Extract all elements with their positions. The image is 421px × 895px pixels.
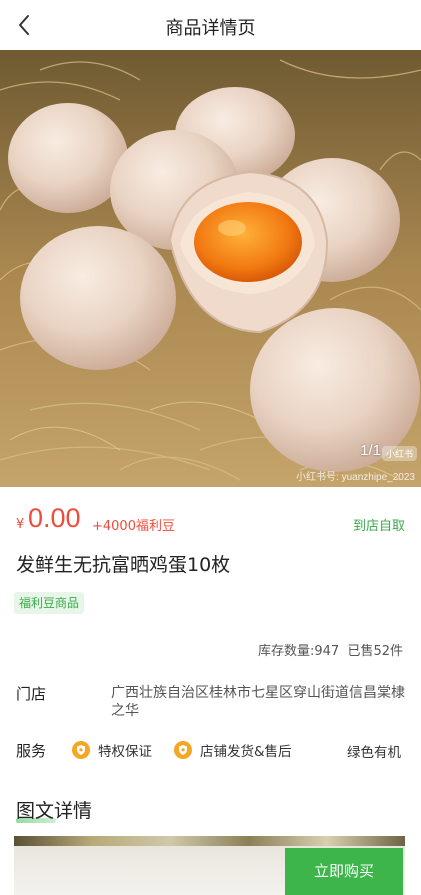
bonus-points: +4000福利豆 — [92, 519, 175, 534]
product-tag: 福利豆商品 — [14, 592, 85, 614]
currency-symbol: ¥ — [16, 517, 25, 532]
image-counter: 1/1 — [360, 442, 381, 459]
service-item-label: 特权保证 — [98, 744, 152, 760]
product-photo — [0, 50, 421, 487]
product-title: 发鲜生无抗富晒鸡蛋10枚 — [16, 554, 231, 576]
service-label: 服务 — [16, 742, 47, 760]
stock-sales-info: 库存数量:947 已售52件 — [258, 644, 403, 659]
price-value: 0.00 — [28, 503, 81, 533]
top-nav: 商品详情页 — [0, 0, 421, 50]
page-title: 商品详情页 — [165, 18, 256, 39]
store-address[interactable]: 广西壮族自治区桂林市七星区穿山街道信昌棠棣之华 — [111, 684, 407, 720]
watermark-text: 小红书号: yuanzhipe_2023 — [296, 472, 415, 483]
watermark-logo: 小红书 — [381, 446, 417, 461]
detail-section-title: 图文详情 — [16, 800, 93, 822]
product-image-gallery[interactable]: 1/1 小红书 小红书号: yuanzhipe_2023 — [0, 50, 421, 487]
detail-image-strip — [14, 836, 405, 846]
service-item-privilege: 特权保证 — [72, 740, 152, 760]
store-label: 门店 — [16, 685, 47, 703]
delivery-method: 到店自取 — [352, 519, 405, 534]
shield-icon — [72, 741, 90, 759]
service-item-label: 店铺发货&售后 — [200, 744, 292, 760]
shield-icon — [174, 741, 192, 759]
service-item-shipping: 店铺发货&售后 — [174, 740, 292, 760]
service-item-organic: 绿色有机 — [347, 745, 401, 761]
price-row: ¥ 0.00 +4000福利豆 到店自取 — [16, 503, 405, 537]
buy-now-button[interactable]: 立即购买 — [285, 848, 403, 895]
